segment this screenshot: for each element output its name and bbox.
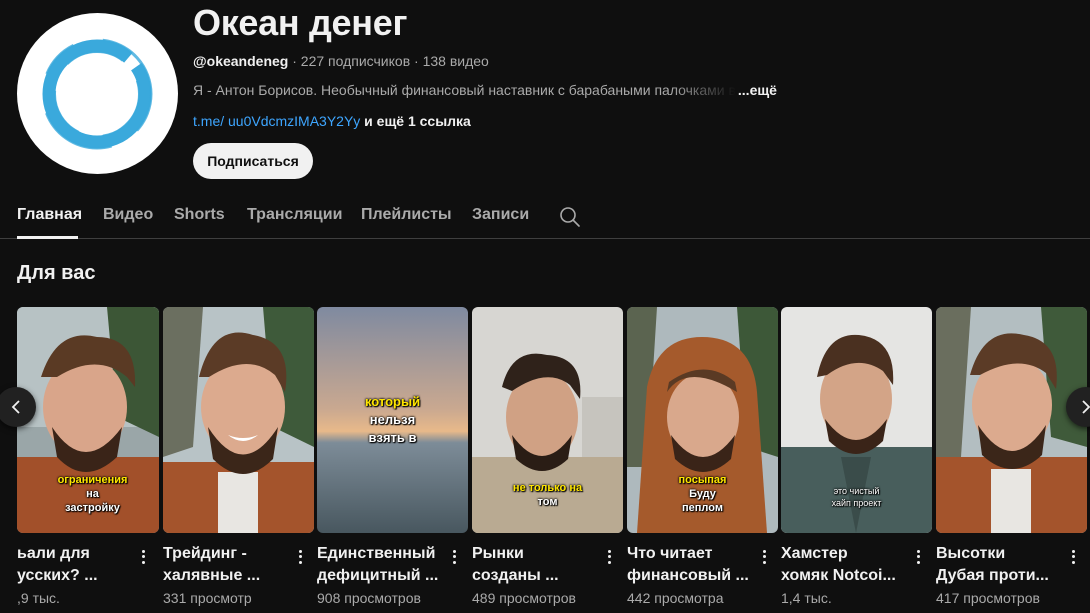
caption-overlay: это чистый хайп проект [781,485,932,509]
short-thumbnail[interactable]: ограничения на застройку [17,307,159,533]
title-line: Трейдинг - [163,545,247,562]
caption-highlight: не только на [512,482,583,494]
more-actions-icon[interactable] [757,547,771,567]
caption-highlight: ограничения [57,474,128,486]
short-thumbnail[interactable]: не только на том [472,307,623,533]
caption-overlay: ограничения на застройку [17,473,159,515]
search-icon[interactable] [558,205,582,229]
more-actions-icon[interactable] [293,547,307,567]
ocean-ring-logo [41,38,153,150]
short-card[interactable]: посыпая Буду пеплом Что читает финансовый… [627,307,778,613]
short-thumbnail[interactable] [936,307,1087,533]
title-line: ьали для [17,545,90,562]
more-actions-icon[interactable] [447,547,461,567]
short-title[interactable]: Что читает финансовый ... [627,543,755,587]
caption-overlay: не только на том [472,481,623,509]
view-count: 1,4 тыс. [781,590,832,606]
telegram-link[interactable]: t.me/ uu0VdcmzIMA3Y2Yy [193,113,360,129]
channel-meta: @okeandeneg · 227 подписчиков · 138 виде… [193,53,489,69]
short-thumbnail[interactable]: посыпая Буду пеплом [627,307,778,533]
view-count: 489 просмотров [472,590,576,606]
view-count: 442 просмотра [627,590,724,606]
channel-description-row[interactable]: Я - Антон Борисов. Необычный финансовый … [193,82,793,102]
tab-shorts[interactable]: Shorts [174,206,225,224]
title-line: созданы ... [472,567,559,584]
short-title[interactable]: Рынки созданы ... [472,543,600,587]
tab-home[interactable]: Главная [17,206,82,224]
title-line: Рынки [472,545,524,562]
short-title[interactable]: Хамстер хомяк Notcoi... [781,543,909,587]
short-card[interactable]: ограничения на застройку ьали для усских?… [17,307,159,613]
view-count: 908 просмотров [317,590,421,606]
tab-playlists[interactable]: Плейлисты [361,206,452,224]
caption-overlay: посыпая Буду пеплом [627,473,778,515]
view-count: ,9 тыс. [17,590,60,606]
title-line: Дубая проти... [936,567,1049,584]
caption-highlight: посыпая [678,474,727,486]
subscribe-button[interactable]: Подписаться [193,143,313,179]
caption-line: взять в [368,430,417,445]
title-line: хомяк Notcoi... [781,567,896,584]
more-actions-icon[interactable] [602,547,616,567]
short-card[interactable]: Трейдинг - халявные ... 331 просмотр [163,307,314,613]
title-line: халявные ... [163,567,261,584]
channel-description: Я - Антон Борисов. Необычный финансовый … [193,82,736,98]
active-tab-indicator [17,236,78,239]
caption-line: нельзя [369,412,416,427]
short-card[interactable]: это чистый хайп проект Хамстер хомяк Notc… [781,307,932,613]
channel-avatar[interactable] [17,13,178,174]
title-line: Что читает [627,545,713,562]
extra-links[interactable]: и ещё 1 ссылка [360,113,471,129]
short-thumbnail[interactable]: это чистый хайп проект [781,307,932,533]
chevron-right-icon [1082,400,1090,414]
more-actions-icon[interactable] [136,547,150,567]
caption-line: Буду [689,488,716,500]
more-actions-icon[interactable] [1066,547,1080,567]
channel-tabs: Главная Видео Shorts Трансляции Плейлист… [0,196,1090,239]
short-title[interactable]: Единственный дефицитный ... [317,543,445,587]
caption-line: хайп проект [831,498,882,508]
caption-line: на [86,488,99,500]
tab-posts[interactable]: Записи [472,206,529,224]
title-line: Единственный [317,545,436,562]
view-count: 417 просмотров [936,590,1040,606]
caption-highlight: который [364,394,421,409]
caption-line: том [537,496,558,508]
short-thumbnail[interactable] [163,307,314,533]
channel-stats: · 227 подписчиков · 138 видео [288,53,489,69]
short-card[interactable]: который нельзя взять в Единственный дефиц… [317,307,468,613]
short-title[interactable]: Высотки Дубая проти... [936,543,1064,587]
caption-line: застройку [65,502,120,514]
channel-handle: @okeandeneg [193,53,289,69]
caption-overlay: который нельзя взять в [317,393,468,447]
channel-title: Океан денег [193,2,408,43]
title-line: Хамстер [781,545,848,562]
channel-links: t.me/ uu0VdcmzIMA3Y2Yy и ещё 1 ссылка [193,113,471,129]
more-actions-icon[interactable] [911,547,925,567]
tab-videos[interactable]: Видео [103,206,153,224]
short-thumbnail[interactable]: который нельзя взять в [317,307,468,533]
more-link[interactable]: ...ещё [738,82,777,98]
short-card[interactable]: Высотки Дубая проти... 417 просмотров [936,307,1087,613]
caption-line: это чистый [833,486,880,496]
tab-live[interactable]: Трансляции [247,206,342,224]
title-line: Высотки [936,545,1006,562]
short-card[interactable]: не только на том Рынки созданы ... 489 пр… [472,307,623,613]
short-title[interactable]: ьали для усских? ... [17,543,135,587]
caption-line: пеплом [682,502,723,514]
title-line: дефицитный ... [317,567,439,584]
title-line: усских? ... [17,567,98,584]
view-count: 331 просмотр [163,590,252,606]
chevron-left-icon [11,400,20,414]
short-title[interactable]: Трейдинг - халявные ... [163,543,291,587]
title-line: финансовый ... [627,567,749,584]
section-title: Для вас [17,262,96,284]
